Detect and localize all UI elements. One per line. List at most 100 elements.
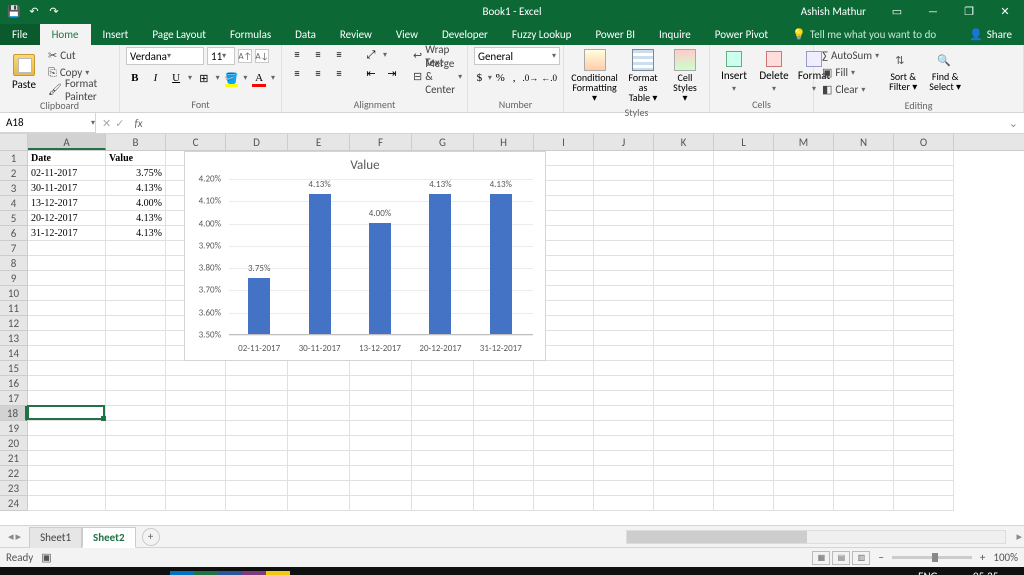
cell[interactable] [288, 406, 350, 421]
font-size-select[interactable]: 11▾ [207, 47, 235, 65]
cell[interactable] [894, 226, 954, 241]
cell[interactable] [774, 271, 834, 286]
table-cell[interactable]: 4.13% [106, 181, 166, 196]
tab-insert[interactable]: Insert [91, 24, 141, 45]
zoom-level[interactable]: 100% [993, 551, 1018, 564]
cancel-formula-icon[interactable]: ✕ [102, 117, 111, 130]
cell[interactable] [474, 481, 534, 496]
zoom-out-button[interactable]: − [878, 551, 883, 564]
column-header-N[interactable]: N [834, 134, 894, 150]
cell[interactable] [654, 331, 714, 346]
scroll-right-icon[interactable]: ▸ [1016, 530, 1022, 543]
bold-button[interactable]: B [126, 69, 144, 87]
cell[interactable] [226, 451, 288, 466]
cell[interactable] [894, 331, 954, 346]
excel-icon[interactable]: X [194, 571, 218, 575]
cell[interactable] [474, 391, 534, 406]
cell[interactable] [894, 196, 954, 211]
cell[interactable] [714, 316, 774, 331]
tab-power-pivot[interactable]: Power Pivot [703, 24, 780, 45]
cell[interactable] [412, 376, 474, 391]
row-header-6[interactable]: 6 [0, 226, 27, 241]
align-center-button[interactable]: ≡ [309, 66, 327, 81]
table-cell[interactable]: 4.13% [106, 211, 166, 226]
cell[interactable] [534, 361, 594, 376]
cell[interactable] [774, 406, 834, 421]
cell[interactable] [28, 481, 106, 496]
cell[interactable] [474, 466, 534, 481]
cell[interactable] [594, 256, 654, 271]
cell[interactable] [834, 211, 894, 226]
table-cell[interactable]: 4.13% [106, 226, 166, 241]
cell[interactable] [594, 241, 654, 256]
task-view-icon[interactable]: ⧉ [68, 567, 102, 575]
cell[interactable] [474, 451, 534, 466]
cell[interactable] [226, 391, 288, 406]
cell[interactable] [834, 241, 894, 256]
cell[interactable] [350, 466, 412, 481]
outlook-icon[interactable]: O [170, 571, 194, 575]
cell[interactable] [834, 181, 894, 196]
cell[interactable] [288, 361, 350, 376]
cell[interactable] [654, 151, 714, 166]
paste-button[interactable]: Paste [6, 47, 42, 98]
cell[interactable] [714, 481, 774, 496]
sheet-nav-next-icon[interactable]: ▸ [16, 530, 22, 543]
cell[interactable] [834, 481, 894, 496]
cell[interactable] [594, 391, 654, 406]
cell[interactable] [166, 376, 226, 391]
row-header-5[interactable]: 5 [0, 211, 27, 226]
cell[interactable] [714, 211, 774, 226]
cell[interactable] [714, 346, 774, 361]
cell[interactable] [106, 376, 166, 391]
cell[interactable] [894, 496, 954, 511]
font-color-button[interactable]: A [250, 69, 268, 87]
cell[interactable] [106, 481, 166, 496]
cell[interactable] [654, 181, 714, 196]
cell[interactable] [774, 481, 834, 496]
row-header-2[interactable]: 2 [0, 166, 27, 181]
cell[interactable] [106, 331, 166, 346]
cell[interactable] [834, 391, 894, 406]
cell[interactable] [28, 496, 106, 511]
cell[interactable] [28, 331, 106, 346]
cell[interactable] [534, 436, 594, 451]
cell[interactable] [28, 391, 106, 406]
cell[interactable] [654, 286, 714, 301]
cell[interactable] [894, 241, 954, 256]
insert-cells-button[interactable]: Insert▾ [716, 47, 752, 97]
powerbi-icon[interactable] [266, 571, 290, 575]
cell[interactable] [594, 196, 654, 211]
cell[interactable] [474, 421, 534, 436]
column-header-G[interactable]: G [412, 134, 474, 150]
cell[interactable] [654, 361, 714, 376]
autosum-button[interactable]: ∑AutoSum ▾ [820, 47, 881, 64]
cell[interactable] [774, 226, 834, 241]
cell[interactable] [288, 481, 350, 496]
cell[interactable] [894, 361, 954, 376]
cell[interactable] [106, 496, 166, 511]
macro-record-icon[interactable]: ▣ [41, 551, 51, 564]
table-cell[interactable]: 4.00% [106, 196, 166, 211]
page-break-view-button[interactable]: ▥ [852, 551, 870, 565]
cell[interactable] [714, 226, 774, 241]
row-header-21[interactable]: 21 [0, 451, 27, 466]
cell[interactable] [28, 421, 106, 436]
column-header-C[interactable]: C [166, 134, 226, 150]
cell[interactable] [28, 271, 106, 286]
table-cell[interactable]: 3.75% [106, 166, 166, 181]
cell[interactable] [166, 481, 226, 496]
cell[interactable] [226, 466, 288, 481]
cell[interactable] [654, 271, 714, 286]
chart-bar[interactable] [309, 194, 331, 334]
row-header-18[interactable]: 18 [0, 406, 27, 421]
cell[interactable] [534, 421, 594, 436]
column-header-M[interactable]: M [774, 134, 834, 150]
redo-icon[interactable]: ↷ [48, 6, 60, 18]
cell[interactable] [412, 406, 474, 421]
cell[interactable] [350, 436, 412, 451]
cell[interactable] [834, 451, 894, 466]
fx-icon[interactable]: fx [130, 117, 146, 130]
share-button[interactable]: 👤Share [957, 24, 1024, 45]
maximize-icon[interactable]: ❐ [954, 0, 984, 23]
